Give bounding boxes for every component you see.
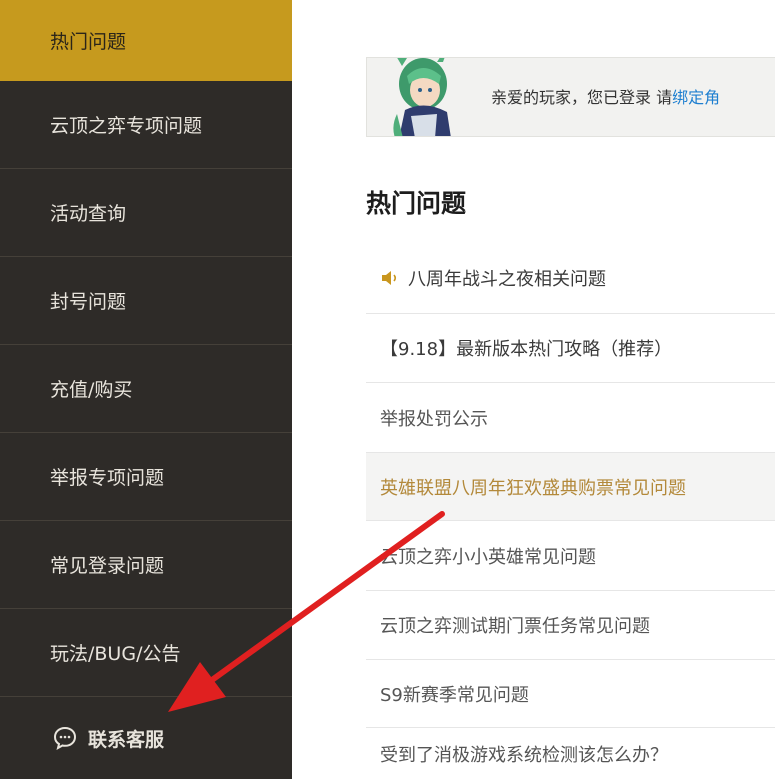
sidebar-item-label: 封号问题 xyxy=(50,291,127,313)
sidebar-item-label: 活动查询 xyxy=(50,203,127,225)
sidebar: 热门问题 云顶之弈专项问题 活动查询 封号问题 充值/购买 举报专项问题 常见登… xyxy=(0,0,292,779)
sidebar-item-label: 云顶之弈专项问题 xyxy=(50,115,203,137)
banner-message: 亲爱的玩家，您已登录 请绑定角 xyxy=(491,84,720,108)
question-item[interactable]: 举报处罚公示 xyxy=(366,383,775,453)
help-center-page: 热门问题 云顶之弈专项问题 活动查询 封号问题 充值/购买 举报专项问题 常见登… xyxy=(0,0,775,779)
question-item[interactable]: S9新赛季常见问题 xyxy=(366,660,775,728)
bind-character-link[interactable]: 绑定角 xyxy=(672,88,720,107)
question-item-highlighted[interactable]: 英雄联盟八周年狂欢盛典购票常见问题 xyxy=(366,453,775,521)
sidebar-item-bans[interactable]: 封号问题 xyxy=(0,257,292,345)
sidebar-item-report[interactable]: 举报专项问题 xyxy=(0,433,292,521)
question-text: 云顶之弈小小英雄常见问题 xyxy=(380,546,596,568)
question-text: 英雄联盟八周年狂欢盛典购票常见问题 xyxy=(380,477,686,499)
contact-support-label: 联系客服 xyxy=(88,728,165,751)
question-item[interactable]: 八周年战斗之夜相关问题 xyxy=(366,242,775,314)
question-item[interactable]: 云顶之弈小小英雄常见问题 xyxy=(366,521,775,591)
contact-support-button[interactable]: 联系客服 xyxy=(0,697,292,779)
question-text: 举报处罚公示 xyxy=(380,408,488,430)
sidebar-item-label: 举报专项问题 xyxy=(50,467,165,489)
sidebar-item-hot-questions[interactable]: 热门问题 xyxy=(0,0,292,81)
question-item[interactable]: 【9.18】最新版本热门攻略（推荐） xyxy=(366,314,775,383)
page-title: 热门问题 xyxy=(366,189,467,218)
question-text: 八周年战斗之夜相关问题 xyxy=(408,268,606,290)
sidebar-item-label: 玩法/BUG/公告 xyxy=(50,643,181,665)
speaker-icon xyxy=(382,270,397,285)
sidebar-item-label: 常见登录问题 xyxy=(50,555,165,577)
player-avatar xyxy=(393,58,451,136)
question-item[interactable]: 受到了消极游戏系统检测该怎么办？ xyxy=(366,728,775,779)
question-text: 【9.18】最新版本热门攻略（推荐） xyxy=(380,339,673,360)
login-banner: 亲爱的玩家，您已登录 请绑定角 xyxy=(366,57,775,137)
banner-message-text: 亲爱的玩家，您已登录 请 xyxy=(491,88,673,107)
question-text: S9新赛季常见问题 xyxy=(380,684,529,706)
question-item[interactable]: 云顶之弈测试期门票任务常见问题 xyxy=(366,591,775,660)
sidebar-item-tft[interactable]: 云顶之弈专项问题 xyxy=(0,81,292,169)
sidebar-item-recharge[interactable]: 充值/购买 xyxy=(0,345,292,433)
sidebar-item-label: 充值/购买 xyxy=(50,379,133,401)
question-text: 受到了消极游戏系统检测该怎么办？ xyxy=(380,744,668,766)
chat-icon xyxy=(53,726,77,750)
sidebar-item-gameplay[interactable]: 玩法/BUG/公告 xyxy=(0,609,292,697)
sidebar-item-label: 热门问题 xyxy=(50,31,127,53)
question-text: 云顶之弈测试期门票任务常见问题 xyxy=(380,616,650,637)
sidebar-item-login[interactable]: 常见登录问题 xyxy=(0,521,292,609)
sidebar-item-events[interactable]: 活动查询 xyxy=(0,169,292,257)
